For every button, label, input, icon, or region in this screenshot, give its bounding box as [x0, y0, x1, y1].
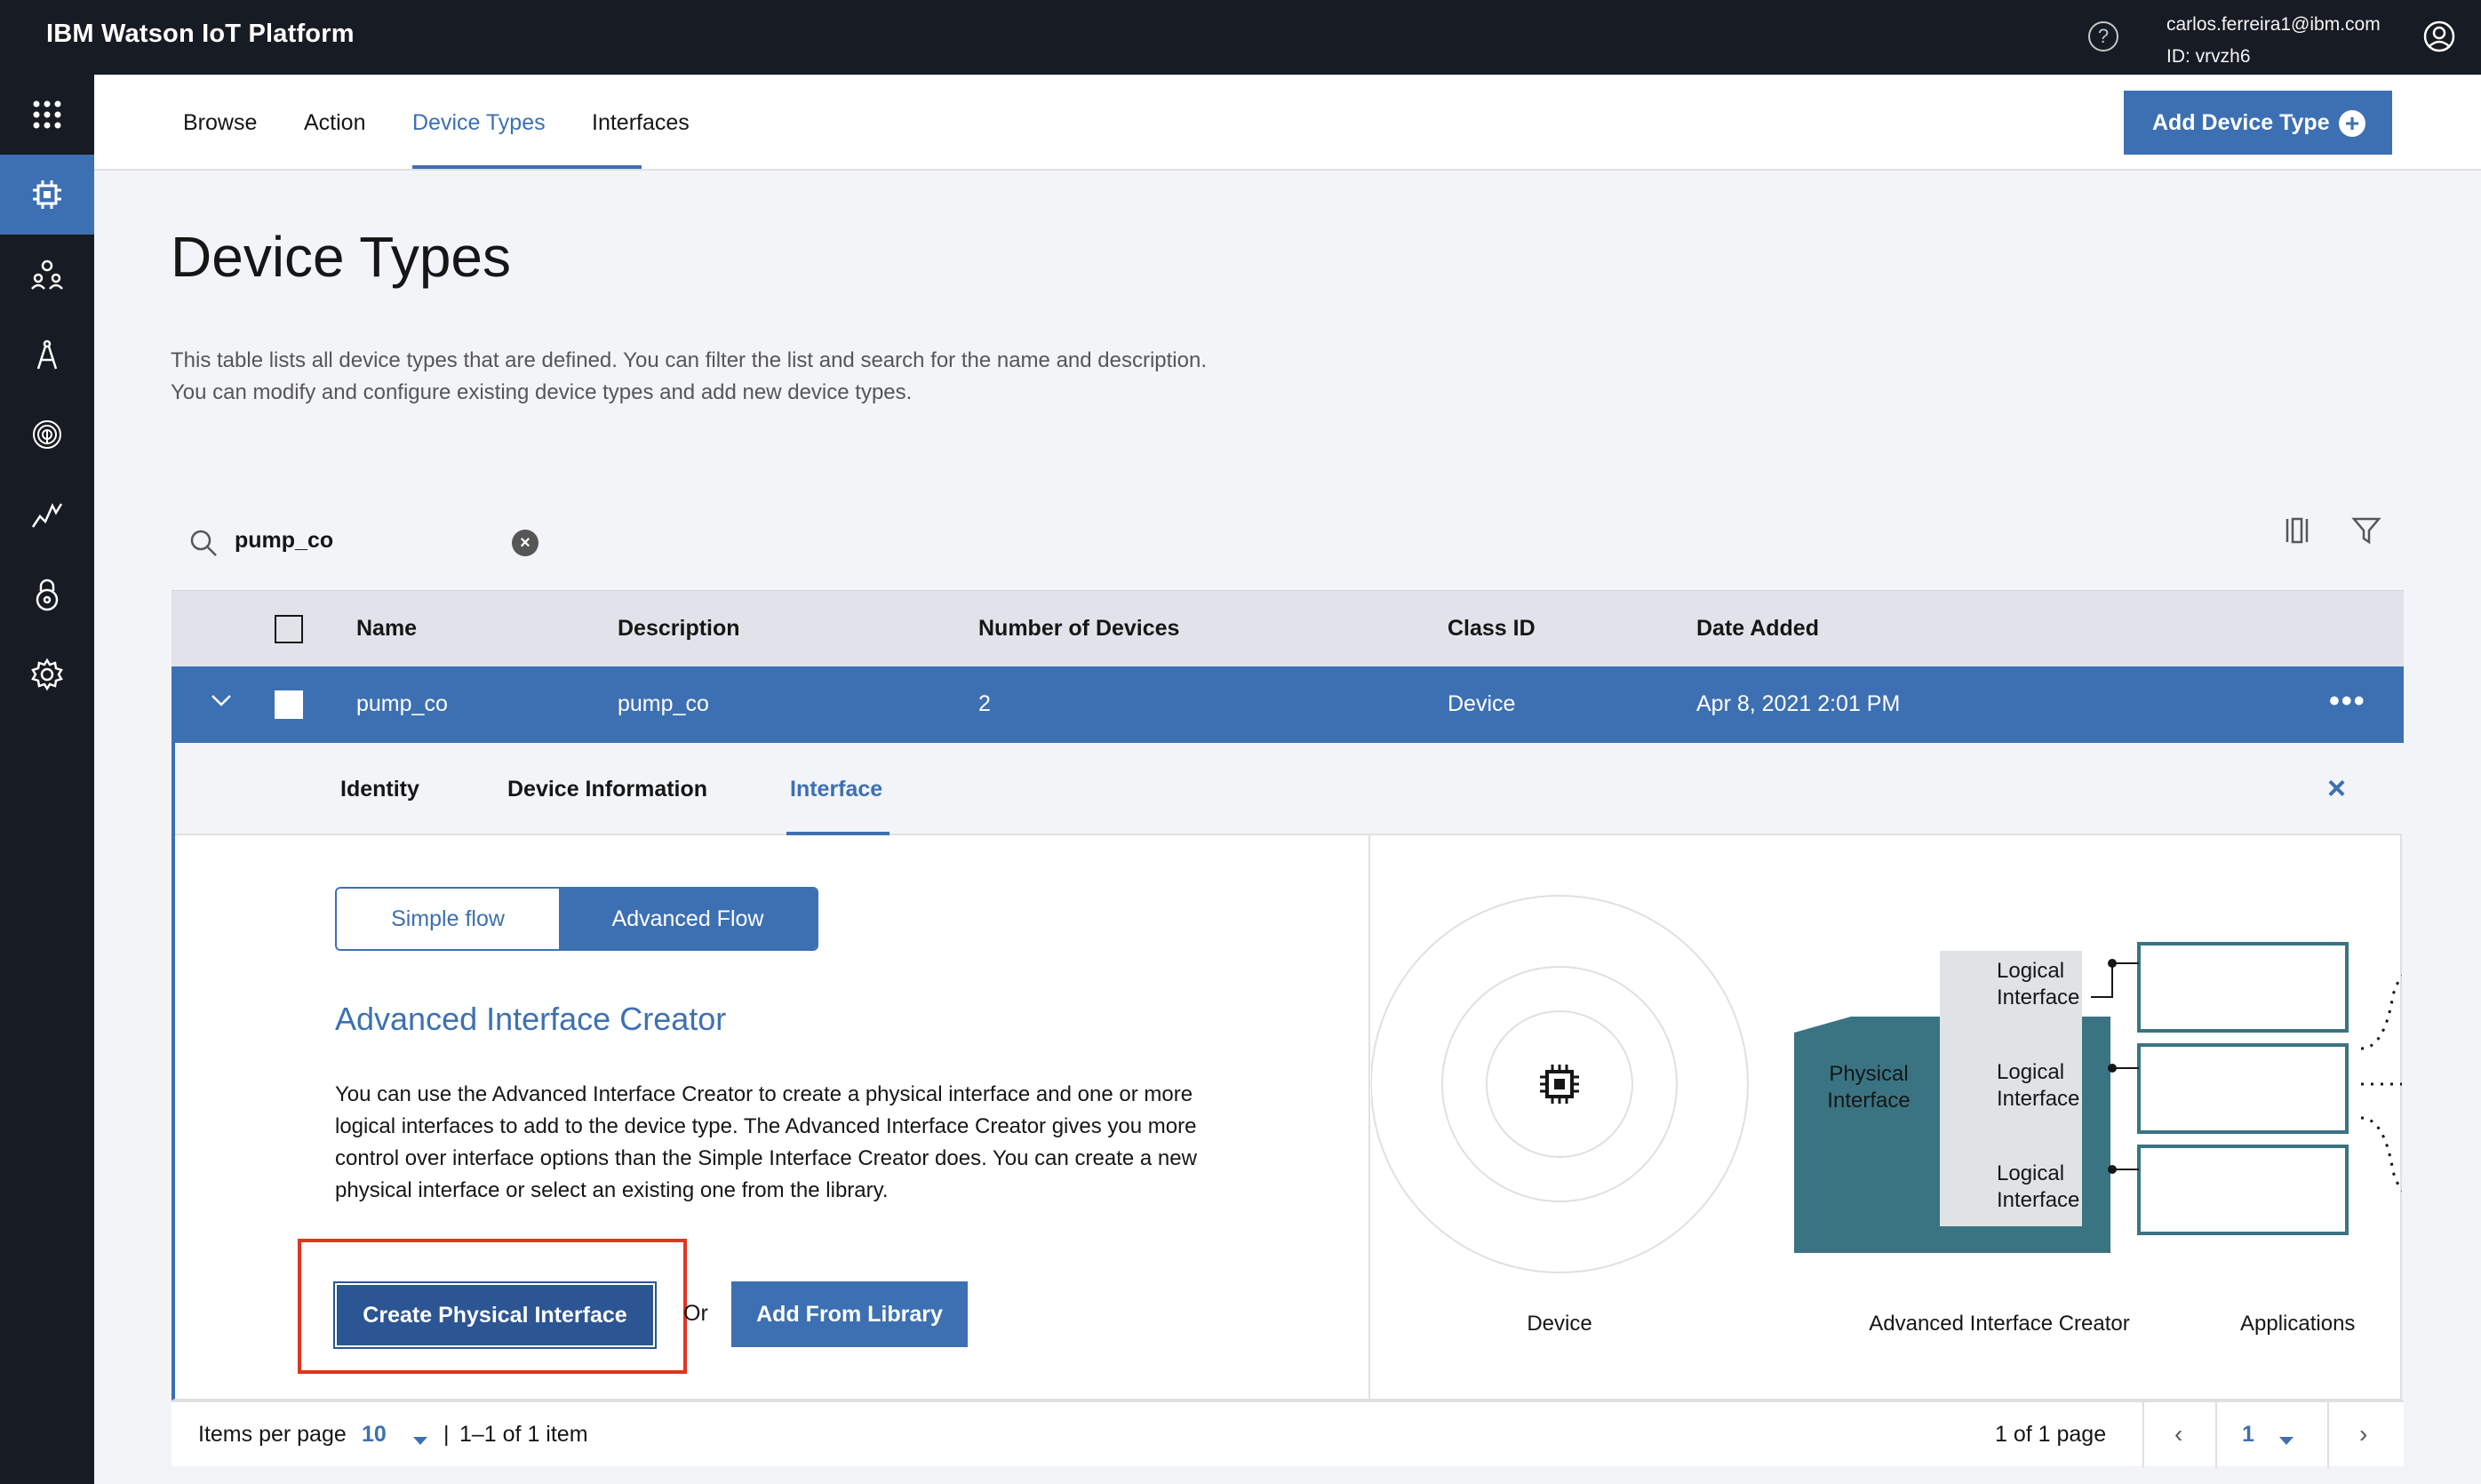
logical-interface-label: Logical Interface [1997, 1161, 2080, 1212]
panel-divider [1368, 835, 1370, 1399]
filter-icon[interactable] [2351, 515, 2381, 546]
active-tab-indicator [412, 165, 642, 169]
expanded-row-panel: Identity Device Information Interface × … [172, 743, 2481, 1400]
interface-diagram: Physical Interface Logical Interface Log… [1370, 835, 2481, 1399]
tab-action[interactable]: Action [304, 110, 365, 136]
user-id: ID: vrvzh6 [2166, 46, 2251, 67]
cell-name: pump_co [356, 691, 448, 716]
apps-compass-icon[interactable] [0, 315, 94, 395]
row-overflow-menu-icon[interactable]: ••• [2329, 684, 2366, 719]
row-checkbox[interactable] [275, 690, 303, 719]
description-line: You can modify and configure existing de… [171, 380, 913, 404]
physical-interface-label: Physical Interface [1827, 1062, 1911, 1113]
left-rail [0, 75, 94, 1484]
panel-active-tab-indicator [786, 832, 889, 835]
pager-divider [2215, 1402, 2217, 1468]
next-page-icon[interactable]: › [2359, 1420, 2367, 1448]
chevron-down-icon[interactable] [413, 1425, 427, 1451]
advanced-flow-option[interactable]: Advanced Flow [559, 889, 817, 949]
columns-icon[interactable] [2282, 515, 2312, 546]
item-range: 1–1 of 1 item [459, 1422, 588, 1447]
panel-tabs: Identity Device Information Interface × [175, 743, 2402, 835]
description-line: This table lists all device types that a… [171, 348, 1208, 372]
column-header-class-id[interactable]: Class ID [1448, 616, 1536, 642]
advanced-interface-creator-caption: Advanced Interface Creator [1869, 1312, 2130, 1336]
brand-title[interactable]: IBM Watson IoT Platform [46, 20, 355, 49]
column-header-description[interactable]: Description [618, 616, 740, 642]
items-per-page-label: Items per page [198, 1422, 347, 1447]
cell-date-added: Apr 8, 2021 2:01 PM [1696, 691, 1901, 716]
panel-title: Advanced Interface Creator [335, 1001, 727, 1037]
tab-device-information[interactable]: Device Information [507, 777, 707, 802]
tab-identity[interactable]: Identity [340, 777, 419, 802]
add-device-type-button[interactable]: Add Device Type + [2124, 91, 2392, 155]
column-header-date-added[interactable]: Date Added [1696, 616, 1819, 642]
search-icon [190, 530, 217, 556]
panel-description: You can use the Advanced Interface Creat… [335, 1082, 1197, 1202]
usage-chart-icon[interactable] [0, 475, 94, 555]
cell-description: pump_co [618, 691, 709, 716]
plus-circle-icon: + [2339, 110, 2365, 137]
chevron-down-icon[interactable] [2279, 1425, 2294, 1451]
security-fingerprint-icon[interactable] [0, 395, 94, 475]
clear-search-icon[interactable]: × [512, 530, 538, 556]
user-info[interactable]: carlos.ferreira1@ibm.com ID: vrvzh6 [2166, 9, 2381, 73]
logical-interface-label: Logical Interface [1997, 1060, 2080, 1111]
cell-devices: 2 [978, 691, 991, 716]
user-avatar-icon[interactable] [2422, 20, 2456, 53]
close-icon[interactable]: × [2327, 770, 2346, 807]
pager-divider [2327, 1402, 2329, 1468]
page-title: Device Types [171, 225, 511, 289]
logical-interface-label: Logical Interface [1997, 959, 2080, 1009]
table-header: Name Description Number of Devices Class… [172, 590, 2404, 666]
top-header: IBM Watson IoT Platform ? carlos.ferreir… [0, 0, 2481, 75]
column-header-name[interactable]: Name [356, 616, 417, 642]
tab-interface[interactable]: Interface [790, 777, 882, 802]
add-from-library-button[interactable]: Add From Library [731, 1281, 968, 1347]
select-all-checkbox[interactable] [275, 615, 303, 643]
pagination-bar: Items per page 10 | 1–1 of 1 item 1 of 1… [172, 1400, 2404, 1468]
user-email: carlos.ferreira1@ibm.com [2166, 14, 2381, 35]
lock-icon[interactable] [0, 555, 94, 634]
help-icon[interactable]: ? [2088, 21, 2118, 52]
chip-icon [1540, 1065, 1579, 1104]
search-input[interactable]: pump_co [235, 528, 333, 554]
chevron-down-icon[interactable] [209, 688, 234, 713]
device-caption: Device [1527, 1312, 1592, 1336]
settings-gear-icon[interactable] [0, 634, 94, 714]
items-per-page-select[interactable]: 10 [362, 1422, 387, 1448]
page-select[interactable]: 1 [2242, 1422, 2254, 1448]
column-header-devices[interactable]: Number of Devices [978, 616, 1179, 642]
tab-device-types[interactable]: Device Types [412, 110, 546, 136]
cell-class-id: Device [1448, 691, 1516, 716]
tab-browse[interactable]: Browse [183, 110, 257, 136]
members-icon[interactable] [0, 235, 94, 315]
page-of-label: 1 of 1 page [1995, 1422, 2107, 1447]
create-physical-interface-button[interactable]: Create Physical Interface [333, 1281, 657, 1349]
table-row[interactable]: pump_co pump_co 2 Device Apr 8, 2021 2:0… [172, 666, 2404, 743]
previous-page-icon[interactable]: ‹ [2174, 1420, 2182, 1448]
tab-interfaces[interactable]: Interfaces [592, 110, 690, 136]
page-description: This table lists all device types that a… [171, 345, 1415, 409]
flow-toggle: Simple flow Advanced Flow [335, 887, 818, 951]
devices-chip-icon[interactable] [0, 155, 94, 235]
simple-flow-option[interactable]: Simple flow [337, 889, 559, 949]
apps-grid-icon[interactable] [0, 75, 94, 155]
pipe-separator: | [443, 1422, 450, 1447]
add-device-type-label: Add Device Type [2152, 109, 2330, 135]
or-label: Or [683, 1301, 708, 1326]
pager-divider [2142, 1402, 2144, 1468]
applications-caption: Applications [2240, 1312, 2356, 1336]
